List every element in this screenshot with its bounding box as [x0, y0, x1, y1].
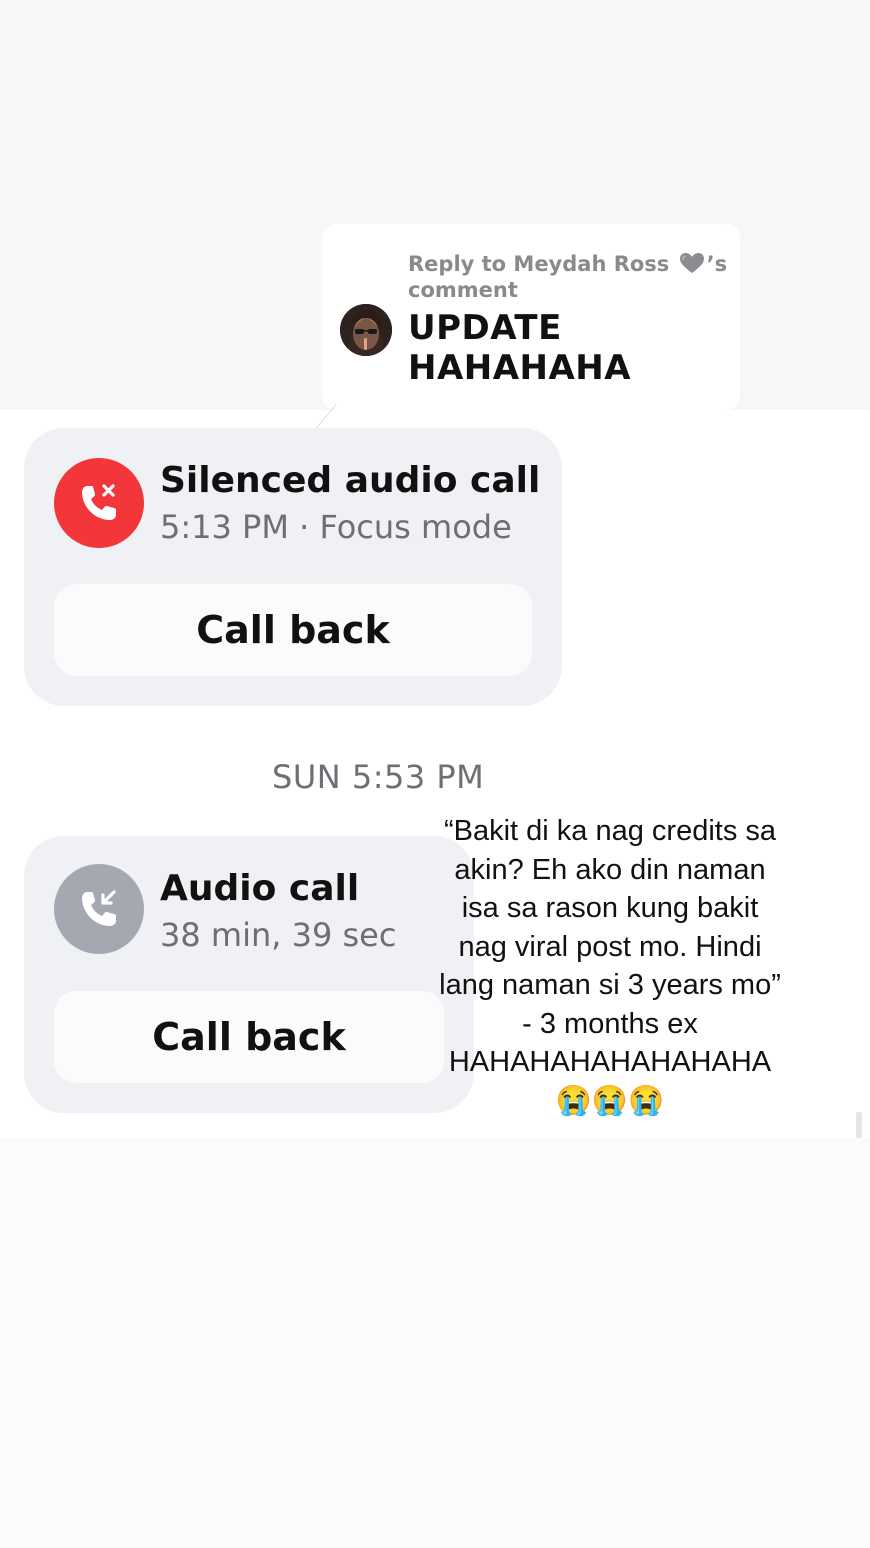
- reply-text-line1: UPDATE: [408, 308, 562, 348]
- grey-heart-icon: [679, 253, 704, 273]
- reply-header: Reply to Meydah Ross ’s comment: [408, 251, 728, 303]
- overlay-caption: “Bakit di ka nag credits sa akin? Eh ako…: [414, 812, 806, 1120]
- reply-text-line2: HAHAHAHA: [408, 348, 632, 388]
- caption-line: nag viral post mo. Hindi: [458, 930, 762, 963]
- phone-missed-icon: [54, 458, 144, 548]
- reply-header-suffix: ’s: [706, 252, 728, 276]
- reply-header-line2: comment: [408, 278, 518, 302]
- scroll-indicator[interactable]: [856, 1112, 862, 1138]
- call-subtitle: 38 min, 39 sec: [160, 916, 397, 954]
- caption-line: akin? Eh ako din naman: [454, 853, 766, 886]
- phone-incoming-icon: [54, 864, 144, 954]
- call-back-button[interactable]: Call back: [54, 584, 532, 676]
- message-timestamp: SUN 5:53 PM: [272, 758, 485, 796]
- caption-line: - 3 months ex: [522, 1007, 698, 1040]
- reply-text: UPDATE HAHAHAHA: [408, 308, 708, 388]
- reply-header-prefix: Reply to Meydah Ross: [408, 252, 670, 276]
- call-back-button[interactable]: Call back: [54, 991, 444, 1083]
- crying-emoji-line: 😭😭😭: [555, 1084, 665, 1117]
- avatar-portrait-image: [340, 304, 392, 356]
- bottom-background: [0, 1138, 870, 1548]
- call-title: Silenced audio call: [160, 460, 541, 501]
- caption-line: isa sa rason kung bakit: [461, 892, 759, 924]
- caption-line: lang naman si 3 years mo”: [439, 969, 781, 1001]
- caption-line: “Bakit di ka nag credits sa: [443, 815, 777, 847]
- avatar[interactable]: [340, 304, 392, 356]
- call-title: Audio call: [160, 868, 360, 909]
- call-subtitle: 5:13 PM · Focus mode: [160, 508, 512, 546]
- silenced-call-card: Silenced audio call 5:13 PM · Focus mode…: [24, 428, 562, 706]
- audio-call-card: Audio call 38 min, 39 sec Call back: [24, 836, 474, 1113]
- caption-line: HAHAHAHAHAHAHAHA: [448, 1046, 772, 1078]
- reply-comment-bubble[interactable]: Reply to Meydah Ross ’s comment UPDATE H…: [322, 224, 740, 410]
